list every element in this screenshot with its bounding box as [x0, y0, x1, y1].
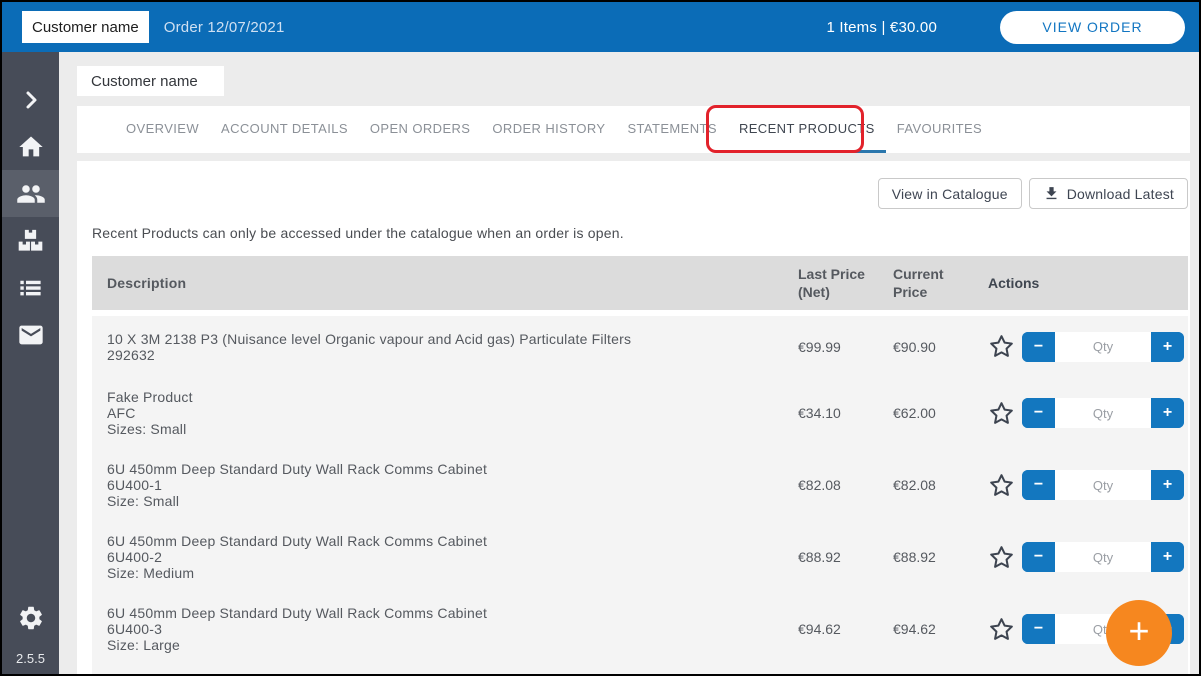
favourite-star-icon[interactable] — [988, 544, 1015, 571]
qty-input[interactable] — [1055, 470, 1151, 500]
nav-sidebar: 2.5.5 — [2, 52, 59, 674]
column-actions: Actions — [988, 275, 1188, 291]
tab-favourites[interactable]: FAVOURITES — [886, 106, 993, 153]
favourite-star-icon[interactable] — [988, 472, 1015, 499]
main-area: Customer name OVERVIEW ACCOUNT DETAILS O… — [59, 52, 1199, 674]
table-row: 6U 450mm Deep Standard Duty Wall Rack Co… — [107, 521, 1188, 593]
customer-name-chip: Customer name — [22, 11, 149, 43]
last-price: €99.99 — [798, 338, 893, 356]
tab-statements[interactable]: STATEMENTS — [616, 106, 727, 153]
table-row: 6U 450mm Deep Standard Duty Wall Rack Co… — [107, 593, 1188, 665]
product-description: 6U 450mm Deep Standard Duty Wall Rack Co… — [107, 533, 798, 581]
decrease-qty-button[interactable]: − — [1022, 542, 1055, 572]
column-last-price: Last Price (Net) — [798, 265, 893, 301]
product-description: 6U 450mm Deep Standard Duty Wall Rack Co… — [107, 605, 798, 653]
product-description: 6U 450mm Deep Standard Duty Wall Rack Co… — [107, 461, 798, 509]
tab-account-details[interactable]: ACCOUNT DETAILS — [210, 106, 359, 153]
download-icon — [1043, 185, 1060, 202]
column-description: Description — [107, 275, 798, 291]
current-price: €62.00 — [893, 404, 988, 422]
last-price: €88.92 — [798, 548, 893, 566]
increase-qty-button[interactable]: + — [1151, 398, 1184, 428]
sidebar-item-messages[interactable] — [2, 311, 59, 358]
tab-order-history[interactable]: ORDER HISTORY — [481, 106, 616, 153]
view-in-catalogue-button[interactable]: View in Catalogue — [878, 178, 1022, 209]
customer-tabs: OVERVIEW ACCOUNT DETAILS OPEN ORDERS ORD… — [77, 106, 1190, 153]
product-description: 10 X 3M 2138 P3 (Nuisance level Organic … — [107, 331, 798, 363]
panel-toolbar: View in Catalogue Download Latest — [92, 178, 1188, 209]
sidebar-item-customers[interactable] — [2, 170, 59, 217]
mail-icon — [17, 321, 45, 349]
increase-qty-button[interactable]: + — [1151, 542, 1184, 572]
last-price: €82.08 — [798, 476, 893, 494]
stock-icon — [17, 227, 44, 254]
sidebar-expand-button[interactable] — [2, 76, 59, 123]
info-note: Recent Products can only be accessed und… — [92, 225, 1188, 241]
table-row: Fake Product AFC Sizes: Small €34.10 €62… — [107, 377, 1188, 449]
order-date-label: Order 12/07/2021 — [164, 19, 285, 36]
view-order-button[interactable]: VIEW ORDER — [1000, 11, 1185, 44]
current-price: €90.90 — [893, 338, 988, 356]
increase-qty-button[interactable]: + — [1151, 470, 1184, 500]
quantity-stepper: − + — [1022, 542, 1184, 572]
current-price: €82.08 — [893, 476, 988, 494]
table-row: 6U 450mm Deep Standard Duty Wall Rack Co… — [107, 449, 1188, 521]
sidebar-item-home[interactable] — [2, 123, 59, 170]
favourite-star-icon[interactable] — [988, 333, 1015, 360]
people-icon — [16, 179, 46, 209]
tab-overview[interactable]: OVERVIEW — [115, 106, 210, 153]
column-current-price: Current Price — [893, 265, 988, 301]
quantity-stepper: − + — [1022, 332, 1184, 362]
cart-summary: 1 Items | €30.00 — [827, 19, 938, 36]
add-fab-button[interactable]: + — [1106, 600, 1172, 666]
table-body: 10 X 3M 2138 P3 (Nuisance level Organic … — [92, 316, 1188, 674]
sidebar-item-orders-list[interactable] — [2, 264, 59, 311]
download-latest-label: Download Latest — [1067, 186, 1174, 202]
last-price: €94.62 — [798, 620, 893, 638]
current-price: €94.62 — [893, 620, 988, 638]
current-price: €88.92 — [893, 548, 988, 566]
favourite-star-icon[interactable] — [988, 400, 1015, 427]
tab-recent-products[interactable]: RECENT PRODUCTS — [728, 106, 886, 153]
recent-products-panel: View in Catalogue Download Latest Recent… — [77, 161, 1190, 674]
qty-input[interactable] — [1055, 332, 1151, 362]
increase-qty-button[interactable]: + — [1151, 332, 1184, 362]
favourite-star-icon[interactable] — [988, 616, 1015, 643]
last-price: €34.10 — [798, 404, 893, 422]
tab-open-orders[interactable]: OPEN ORDERS — [359, 106, 481, 153]
view-in-catalogue-label: View in Catalogue — [892, 186, 1008, 202]
decrease-qty-button[interactable]: − — [1022, 398, 1055, 428]
list-icon — [17, 274, 44, 301]
order-header-bar: Customer name Order 12/07/2021 1 Items |… — [2, 2, 1199, 52]
app-window: Customer name Order 12/07/2021 1 Items |… — [0, 0, 1201, 676]
decrease-qty-button[interactable]: − — [1022, 614, 1055, 644]
app-version: 2.5.5 — [16, 651, 45, 666]
quantity-stepper: − + — [1022, 398, 1184, 428]
decrease-qty-button[interactable]: − — [1022, 332, 1055, 362]
chevron-right-icon — [19, 88, 43, 112]
qty-input[interactable] — [1055, 398, 1151, 428]
table-header: Description Last Price (Net) Current Pri… — [92, 256, 1188, 310]
qty-input[interactable] — [1055, 542, 1151, 572]
recent-products-table: Description Last Price (Net) Current Pri… — [92, 256, 1188, 674]
page-title: Customer name — [77, 66, 224, 96]
download-latest-button[interactable]: Download Latest — [1029, 178, 1188, 209]
product-description: Fake Product AFC Sizes: Small — [107, 389, 798, 437]
quantity-stepper: − + — [1022, 470, 1184, 500]
sidebar-item-stock[interactable] — [2, 217, 59, 264]
gear-icon — [17, 604, 45, 632]
table-row: 10 X 3M 2138 P3 (Nuisance level Organic … — [107, 316, 1188, 377]
sidebar-item-settings[interactable] — [17, 594, 45, 641]
decrease-qty-button[interactable]: − — [1022, 470, 1055, 500]
home-icon — [17, 133, 45, 161]
